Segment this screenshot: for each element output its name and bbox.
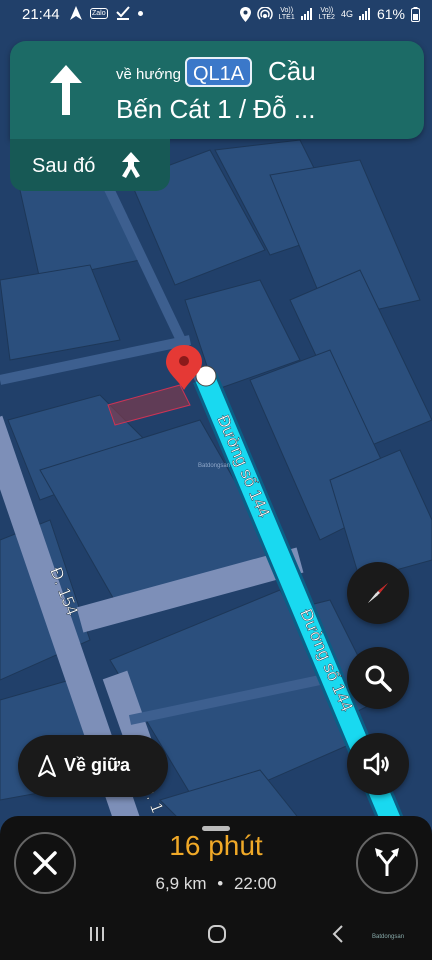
back-icon[interactable] bbox=[330, 924, 346, 944]
trip-distance: 6,9 km bbox=[155, 874, 207, 893]
navigation-arrow-icon bbox=[70, 6, 82, 20]
battery-icon bbox=[411, 6, 420, 22]
sound-button[interactable] bbox=[347, 733, 409, 795]
then-card[interactable]: Sau đó bbox=[10, 139, 170, 191]
corner-watermark: Batdongsan bbox=[372, 934, 405, 940]
fork-keep-icon bbox=[122, 152, 140, 178]
recenter-label: Về giữa bbox=[64, 755, 131, 775]
status-right-icons: Vo)) LTE1 Vo)) LTE2 4G 61% bbox=[239, 6, 420, 22]
sim1-indicator: Vo)) LTE1 bbox=[279, 7, 295, 21]
recenter-button[interactable]: Về giữa bbox=[18, 735, 168, 797]
status-left-icons: Zalo bbox=[70, 6, 143, 20]
turn-instruction-card[interactable]: về hướng QL1A Cầu Bến Cát 1 / Đỗ ... bbox=[10, 41, 424, 139]
sim2-lte: LTE2 bbox=[318, 14, 335, 21]
network-type: 4G bbox=[340, 9, 353, 19]
destination-line-1: Cầu bbox=[268, 56, 316, 86]
then-label: Sau đó bbox=[32, 155, 96, 177]
hotspot-icon bbox=[256, 7, 273, 20]
sim2-volte: Vo)) bbox=[320, 7, 334, 14]
sim1-lte: LTE1 bbox=[278, 14, 295, 21]
toward-label: về hướng bbox=[116, 66, 181, 83]
destination-line-2: Bến Cát 1 / Đỗ ... bbox=[116, 94, 316, 124]
navigation-arrow-icon bbox=[38, 755, 56, 777]
battery-percent: 61% bbox=[376, 6, 405, 22]
zalo-icon: Zalo bbox=[90, 7, 108, 19]
sim1-volte: Vo)) bbox=[280, 7, 294, 14]
compass-icon bbox=[368, 583, 388, 603]
arrival-time: 22:00 bbox=[233, 874, 277, 893]
alternate-routes-button[interactable] bbox=[356, 832, 418, 894]
system-navigation-bar: Batdongsan bbox=[0, 916, 432, 960]
status-bar: 21:44 Zalo Vo)) LTE1 Vo)) LTE2 4G 61% bbox=[0, 0, 432, 32]
dot-icon bbox=[137, 10, 143, 16]
recents-icon[interactable] bbox=[87, 924, 107, 944]
route-shield: QL1A bbox=[185, 57, 253, 87]
route-split-icon bbox=[375, 848, 399, 876]
location-icon bbox=[239, 6, 251, 22]
trip-panel[interactable]: 16 phút 6,9 km • 22:00 Batdongsan bbox=[0, 816, 432, 960]
status-time: 21:44 bbox=[22, 6, 60, 23]
signal-icon bbox=[358, 8, 370, 20]
sim2-indicator: Vo)) LTE2 bbox=[319, 7, 335, 21]
compass-button[interactable] bbox=[347, 562, 409, 624]
signal-icon bbox=[300, 8, 312, 20]
search-button[interactable] bbox=[347, 647, 409, 709]
straight-arrow-icon bbox=[50, 65, 82, 115]
volume-icon bbox=[363, 752, 389, 776]
separator: • bbox=[217, 874, 224, 893]
search-icon bbox=[365, 665, 392, 692]
home-icon[interactable] bbox=[207, 924, 227, 944]
download-check-icon bbox=[115, 6, 130, 20]
map-watermark: Batdongsan bbox=[198, 463, 230, 469]
zalo-label: Zalo bbox=[92, 9, 106, 17]
